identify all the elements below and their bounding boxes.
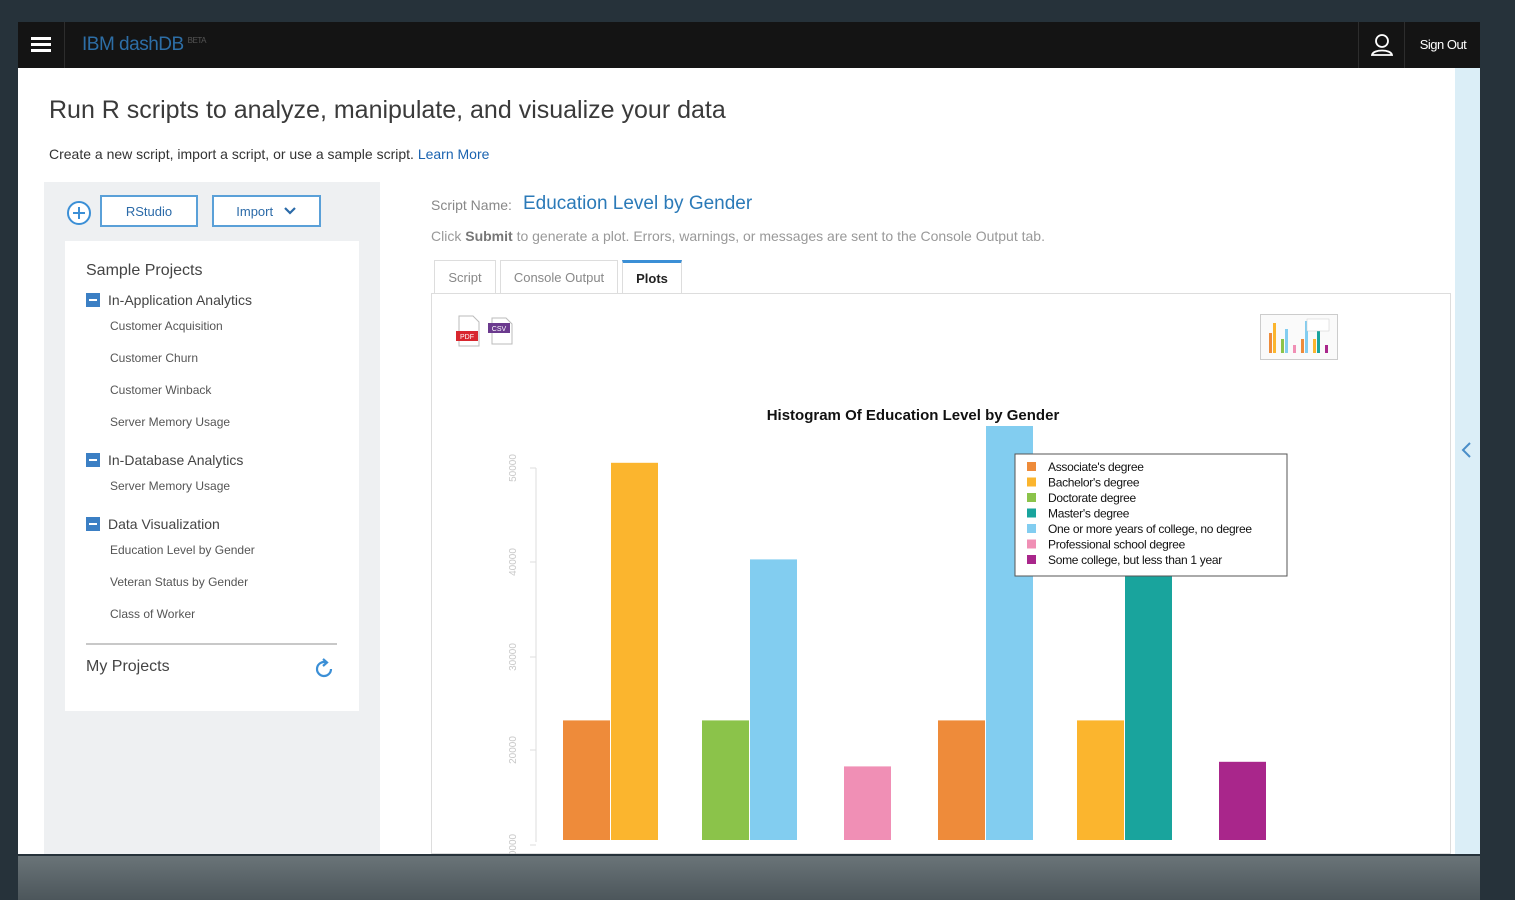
tab-console-output[interactable]: Console Output (500, 260, 618, 294)
plot-thumbnail-image (1269, 318, 1330, 353)
plot-thumbnail[interactable] (1260, 314, 1338, 360)
group-label: In-Database Analytics (108, 452, 244, 468)
instructions-post: to generate a plot. Errors, warnings, or… (516, 228, 1045, 244)
chart-bar (563, 720, 610, 840)
collapse-icon[interactable] (86, 517, 100, 531)
add-script-icon[interactable] (66, 200, 92, 226)
project-item[interactable]: Education Level by Gender (110, 543, 255, 557)
page-subtitle: Create a new script, import a script, or… (49, 146, 489, 162)
project-tree: Sample Projects In-Application Analytics… (65, 241, 359, 711)
instructions-submit: Submit (465, 228, 513, 244)
sample-projects-heading: Sample Projects (86, 262, 203, 279)
legend-label: One or more years of college, no degree (1048, 522, 1252, 536)
my-projects-heading: My Projects (86, 658, 170, 675)
learn-more-link[interactable]: Learn More (418, 146, 490, 162)
csv-download-icon[interactable]: CSV (488, 315, 514, 347)
chart-bar (844, 766, 891, 840)
group-in-application-analytics[interactable]: In-Application Analytics (86, 292, 252, 308)
chevron-left-icon[interactable] (1459, 440, 1475, 460)
group-label: Data Visualization (108, 516, 220, 532)
chart-bar (1125, 573, 1172, 840)
instructions: Click Submit to generate a plot. Errors,… (431, 228, 1045, 244)
tab-script[interactable]: Script (434, 260, 496, 294)
group-label: In-Application Analytics (108, 292, 252, 308)
chart-bar (702, 720, 749, 840)
chart-bar (938, 720, 985, 840)
scripts-sidebar: RStudio Import Sample Projects In-Applic… (44, 182, 380, 854)
legend-swatch (1027, 493, 1036, 502)
divider (86, 643, 337, 645)
pdf-label: PDF (460, 334, 474, 341)
brand-name: IBM dashDB (82, 34, 184, 55)
csv-label: CSV (492, 326, 507, 333)
rstudio-button[interactable]: RStudio (100, 195, 198, 227)
instructions-pre: Click (431, 228, 462, 244)
pdf-download-icon[interactable]: PDF (456, 315, 482, 347)
import-label: Import (236, 204, 274, 219)
tab-plots[interactable]: Plots (622, 260, 682, 294)
y-tick-label: 30000 (508, 643, 519, 671)
collapse-icon[interactable] (86, 293, 100, 307)
project-item[interactable]: Veteran Status by Gender (110, 575, 248, 589)
chart-title: Histogram Of Education Level by Gender (767, 407, 1060, 424)
chart-bar (611, 462, 658, 840)
hamburger-menu-icon[interactable] (18, 22, 65, 68)
script-name-label: Script Name: (431, 197, 512, 213)
page-title: Run R scripts to analyze, manipulate, an… (49, 96, 726, 124)
legend-swatch (1027, 539, 1036, 549)
script-name: Education Level by Gender (523, 193, 753, 214)
legend-label: Bachelor's degree (1048, 476, 1140, 490)
legend-label: Master's degree (1048, 507, 1130, 521)
chart-bar (1219, 761, 1266, 840)
collapse-panel-strip[interactable] (1455, 68, 1480, 854)
y-tick-label: 0000 (508, 833, 519, 854)
app-window: IBM dashDB BETA Sign Out Run R scripts to… (18, 22, 1480, 854)
legend-swatch (1027, 477, 1036, 487)
refresh-icon[interactable] (312, 657, 336, 681)
collapse-icon[interactable] (86, 453, 100, 467)
chart-bar (1077, 720, 1124, 840)
group-data-visualization[interactable]: Data Visualization (86, 516, 220, 532)
legend-label: Some college, but less than 1 year (1048, 553, 1222, 567)
user-profile-icon[interactable] (1358, 22, 1405, 68)
chart-bar (750, 559, 797, 840)
y-tick-label: 50000 (508, 454, 519, 482)
import-button[interactable]: Import (212, 195, 321, 227)
project-item[interactable]: Customer Acquisition (110, 319, 223, 333)
group-in-database-analytics[interactable]: In-Database Analytics (86, 452, 243, 468)
page-subtitle-text: Create a new script, import a script, or… (49, 146, 414, 162)
chevron-down-icon (283, 207, 296, 215)
legend-label: Doctorate degree (1048, 491, 1137, 505)
y-tick-label: 20000 (508, 736, 519, 764)
project-item[interactable]: Customer Winback (110, 383, 211, 397)
sign-out-button[interactable]: Sign Out (1404, 22, 1480, 68)
legend-swatch (1027, 462, 1036, 471)
project-item[interactable]: Class of Worker (110, 607, 195, 621)
project-item[interactable]: Server Memory Usage (110, 415, 230, 429)
brand-logo[interactable]: IBM dashDB BETA (82, 34, 206, 56)
legend-swatch (1027, 555, 1036, 564)
project-item[interactable]: Server Memory Usage (110, 479, 230, 493)
y-tick-label: 40000 (508, 548, 519, 576)
beta-badge: BETA (187, 35, 207, 45)
legend-label: Associate's degree (1048, 460, 1144, 474)
screen-reflection (18, 856, 1480, 900)
project-item[interactable]: Customer Churn (110, 351, 198, 365)
legend-label: Professional school degree (1048, 538, 1186, 552)
top-navigation-bar: IBM dashDB BETA Sign Out (18, 22, 1480, 68)
legend-swatch (1027, 508, 1036, 518)
education-histogram-chart: Histogram Of Education Level by Gender 00… (508, 407, 1288, 854)
legend-swatch (1027, 524, 1036, 533)
